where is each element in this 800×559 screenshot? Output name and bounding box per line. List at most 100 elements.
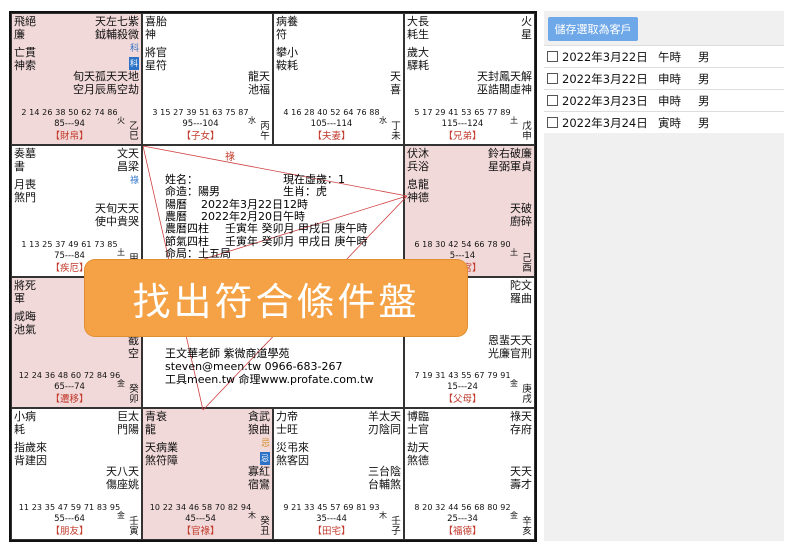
palace-name: 【田宅】 xyxy=(312,526,351,537)
palace-minor-stars: 天封鳳天解 巫誥閣虛神 xyxy=(477,70,532,96)
palace-ages: 3 15 27 39 51 63 75 87 xyxy=(152,107,249,117)
palace-element: 木 xyxy=(379,511,387,520)
palace-element: 金 xyxy=(510,379,518,389)
find-matching-charts-button[interactable]: 找出符合條件盤 xyxy=(85,260,467,336)
row-date: 2022年3月22日 xyxy=(562,49,648,64)
chart-result-row[interactable]: 2022年3月23日 申時 男 xyxy=(544,89,784,111)
palace-name: 【兄弟】 xyxy=(443,130,482,142)
palace-element: 水 xyxy=(248,115,256,125)
row-sex: 男 xyxy=(698,115,710,130)
palace-minor-stars: 天天 壽才 xyxy=(510,465,532,492)
palace-ages: 9 21 33 45 57 69 81 93 xyxy=(283,503,380,512)
sihua-label: 忌 xyxy=(260,439,270,450)
row-checkbox[interactable] xyxy=(547,73,558,84)
palace-ages: 5 17 29 41 53 65 77 89 xyxy=(414,107,511,117)
palace-ages: 4 16 28 40 52 64 76 88 xyxy=(283,107,380,117)
row-time: 寅時 xyxy=(658,115,681,130)
row-checkbox[interactable] xyxy=(547,51,558,62)
row-date: 2022年3月23日 xyxy=(562,93,648,108)
palace-cell[interactable]: 小病耗指歲來 背建因 巨太 門陽 天八天 傷座姚 11 23 35 47 59 71 83 … xyxy=(11,408,142,540)
palace-minor-stars: 恩蜚天天 光廉官刑 xyxy=(488,333,532,360)
palace-deities: 劫天 煞德 xyxy=(407,441,429,468)
palace-cell[interactable]: 博臨 士官 劫天 煞德 祿天 存府 天天 壽才 8 20 32 44 56 68 80 92 25… xyxy=(404,408,535,540)
palace-name: 【財帛】 xyxy=(50,130,89,142)
palace-ganzhi: 丁未 xyxy=(391,120,401,142)
birth-info: 姓名： 現在虛歲：1 命造：陽男 生肖：虎 陽曆 2022年3月22日12時 農曆 2022年… xyxy=(165,172,368,273)
palace-minor-stars: 天八天 傷座姚 xyxy=(106,465,139,492)
palace-cell[interactable]: 伏沐 兵浴 息龍 神德 鈴右破廉 星弼軍貞 天破 廚碎 6 18 30 42 54 66 78 … xyxy=(404,144,535,277)
palace-element: 水 xyxy=(379,115,387,125)
palace-ganzhi: 壬寅 xyxy=(129,516,139,537)
center-sihua: 祿 xyxy=(225,151,235,163)
palace-stars-left: 小病耗 xyxy=(14,410,36,437)
palace-ganzhi: 庚戌 xyxy=(522,384,532,406)
palace-minor-stars: 龍天 池福 xyxy=(248,70,270,96)
sihua-label: 祿 xyxy=(129,175,139,186)
teacher-info: 王文華老師 紫微商道學苑 steven@meen.tw 0966-683-267 工… xyxy=(165,346,374,386)
row-checkbox[interactable] xyxy=(547,95,558,106)
palace-ages: 11 23 35 47 59 71 83 95 xyxy=(18,503,121,512)
palace-ages: 2 14 26 38 50 62 74 86 xyxy=(21,107,118,117)
palace-ganzhi: 辛亥 xyxy=(522,516,532,537)
palace-stars-left: 大長 耗生 xyxy=(407,15,429,41)
palace-deities: 天病業 煞符障 xyxy=(145,441,178,468)
row-time: 申時 xyxy=(658,93,681,108)
palace-main-stars: 文天 昌梁祿 xyxy=(117,146,139,186)
palace-ganzhi: 癸丑 xyxy=(260,516,270,537)
palace-name: 【朋友】 xyxy=(50,526,89,537)
palace-element: 火 xyxy=(117,115,125,125)
palace-main-stars: 巨太 門陽 xyxy=(117,410,139,437)
palace-stars-left: 病養符 xyxy=(276,15,298,41)
row-date: 2022年3月24日 xyxy=(562,115,648,130)
save-as-client-button[interactable]: 儲存選取為客戶 xyxy=(548,17,638,41)
palace-cell[interactable]: 大長 耗生歲大 驛耗 火星天封鳳天解 巫誥閣虛神 5 17 29 41 53 65 77 … xyxy=(404,13,535,145)
palace-ganzhi: 壬子 xyxy=(391,516,401,537)
palace-name: 【夫妻】 xyxy=(312,130,351,142)
palace-ages: 7 19 31 43 55 67 79 91 xyxy=(414,371,511,381)
palace-main-stars: 陀文 羅曲 xyxy=(510,278,532,305)
palace-cell[interactable]: 奏墓書月喪 煞門 文天 昌梁祿天旬天天 使中貴哭 1 13 25 37 49 61 73 … xyxy=(11,144,142,277)
palace-ganzhi: 乙巳 xyxy=(129,120,139,142)
palace-cell[interactable]: 飛絕廉亡貫 神索 天左七紫 鉞輔殺微科科旬天孤天天地 空月辰馬空劫 2 14 26 38 … xyxy=(11,13,142,145)
palace-main-stars: 天左七紫 鉞輔殺微科科 xyxy=(95,15,139,70)
palace-deities: 攀小 鞍耗 xyxy=(276,46,298,72)
row-sex: 男 xyxy=(698,49,710,64)
palace-stars-left: 青衰龍 xyxy=(145,410,167,437)
palace-cell[interactable]: 力帝 士旺 災弔來 煞客因 羊太天 刃陰同 三台陰 台輔煞 9 21 33 45 57 69 8… xyxy=(273,408,404,540)
sihua-badge: 忌 xyxy=(260,452,270,466)
palace-stars-left: 伏沐 兵浴 xyxy=(407,146,429,173)
palace-main-stars: 羊太天 刃陰同 xyxy=(368,410,401,437)
chart-result-row[interactable]: 2022年3月24日 寅時 男 xyxy=(544,111,784,133)
palace-deities: 歲大 驛耗 xyxy=(407,46,429,72)
palace-ganzhi: 己酉 xyxy=(522,252,532,274)
palace-element: 土 xyxy=(510,247,518,257)
palace-stars-left: 將死軍 xyxy=(14,278,36,305)
palace-element: 土 xyxy=(510,115,518,125)
row-date: 2022年3月22日 xyxy=(562,71,648,86)
palace-minor-stars: 天破 廚碎 xyxy=(510,201,532,228)
palace-element: 木 xyxy=(248,511,256,520)
row-time: 午時 xyxy=(658,49,681,64)
palace-minor-stars: 三台陰 台輔煞 xyxy=(368,465,401,492)
palace-main-stars: 鈴右破廉 星弼軍貞 xyxy=(488,146,532,173)
row-time: 申時 xyxy=(658,71,681,86)
palace-element: 土 xyxy=(117,247,125,257)
palace-ganzhi: 癸卯 xyxy=(129,384,139,406)
palace-main-stars: 祿天 存府 xyxy=(510,410,532,437)
palace-cell[interactable]: 病養符攀小 鞍耗天喜 4 16 28 40 52 64 76 88 105---114… xyxy=(273,13,404,145)
row-checkbox[interactable] xyxy=(547,117,558,128)
palace-name: 【遷移】 xyxy=(50,394,89,406)
palace-ages: 12 24 36 48 60 72 84 96 xyxy=(18,371,121,381)
palace-main-stars: 火星 xyxy=(521,15,532,41)
palace-minor-stars: 天旬天天 使中貴哭 xyxy=(95,201,139,228)
palace-cell[interactable]: 喜胎神將官 星符 龍天 池福 3 15 27 39 51 63 75 87 95---10… xyxy=(142,13,273,145)
sihua-label: 科 xyxy=(129,44,139,54)
palace-cell[interactable]: 青衰龍天病業 煞符障 貪武 狼曲忌忌寡紅 宿鸞 10 22 34 46 58 70 82 … xyxy=(142,408,273,540)
palace-ages: 1 13 25 37 49 61 73 85 xyxy=(21,239,118,249)
chart-result-row[interactable]: 2022年3月22日 午時 男 xyxy=(544,45,784,67)
palace-stars-left: 飛絕廉 xyxy=(14,15,36,41)
palace-deities: 亡貫 神索 xyxy=(14,46,36,72)
palace-element: 金 xyxy=(510,511,518,520)
palace-deities: 咸晦 池氣 xyxy=(14,309,36,336)
chart-result-row[interactable]: 2022年3月22日 申時 男 xyxy=(544,67,784,89)
